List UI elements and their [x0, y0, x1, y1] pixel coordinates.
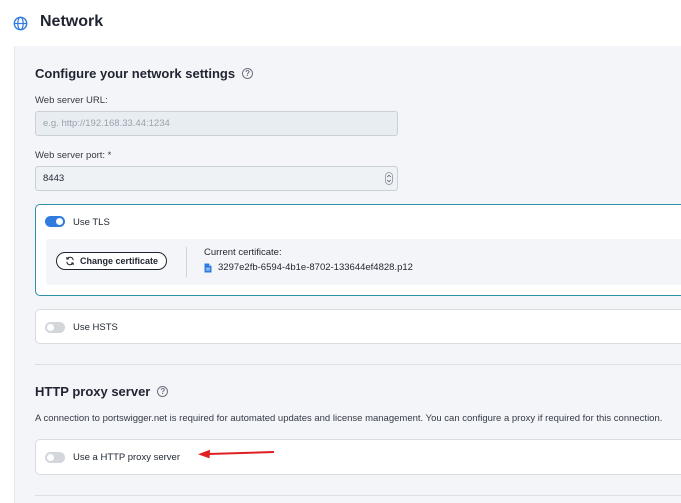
use-tls-label: Use TLS — [73, 217, 110, 228]
toggle-knob — [56, 218, 63, 225]
refresh-icon — [66, 256, 74, 266]
proxy-description: A connection to portswigger.net is requi… — [35, 413, 663, 424]
network-settings-title-text: Configure your network settings — [35, 66, 236, 81]
network-settings-title: Configure your network settings ? — [35, 66, 254, 81]
hsts-settings-box: Use HSTS — [35, 309, 681, 344]
toggle-knob — [47, 454, 54, 461]
http-proxy-box: Use a HTTP proxy server — [35, 439, 681, 475]
page-title: Network — [40, 13, 104, 30]
help-icon[interactable]: ? — [157, 386, 169, 397]
use-hsts-label: Use HSTS — [73, 322, 118, 333]
certificate-panel: Change certificate Current certificate: … — [46, 239, 681, 285]
use-tls-toggle[interactable] — [45, 216, 65, 227]
globe-icon — [13, 16, 28, 31]
help-icon[interactable]: ? — [242, 68, 254, 79]
file-icon — [204, 263, 212, 272]
use-http-proxy-toggle[interactable] — [45, 452, 65, 463]
settings-content: Configure your network settings ? Web se… — [16, 46, 681, 503]
annotation-arrow-icon — [198, 449, 275, 459]
change-certificate-label: Change certificate — [79, 256, 159, 266]
certificate-file: 3297e2fb-6594-4b1e-8702-133644ef4828.p12 — [204, 262, 413, 273]
certificate-divider — [186, 247, 187, 277]
tls-settings-box: Use TLS Change certificate Current certi… — [35, 204, 681, 296]
port-stepper-icon[interactable] — [385, 172, 393, 185]
web-server-port-label: Web server port: * — [35, 150, 112, 161]
certificate-filename: 3297e2fb-6594-4b1e-8702-133644ef4828.p12 — [218, 262, 413, 273]
web-server-port-input[interactable] — [35, 166, 398, 191]
toggle-knob — [47, 324, 54, 331]
page: Network Configure your network settings … — [0, 0, 681, 503]
web-server-url-input[interactable] — [35, 111, 398, 136]
section-divider — [35, 495, 681, 496]
use-http-proxy-label: Use a HTTP proxy server — [73, 452, 180, 463]
change-certificate-button[interactable]: Change certificate — [56, 252, 167, 270]
settings-panel: Configure your network settings ? Web se… — [14, 46, 681, 503]
current-certificate-label: Current certificate: — [204, 247, 282, 258]
page-header: Network — [0, 0, 681, 46]
http-proxy-title: HTTP proxy server ? — [35, 384, 169, 399]
use-hsts-toggle[interactable] — [45, 322, 65, 333]
web-server-url-label: Web server URL: — [35, 95, 108, 106]
http-proxy-title-text: HTTP proxy server — [35, 384, 151, 399]
section-divider — [35, 364, 681, 365]
